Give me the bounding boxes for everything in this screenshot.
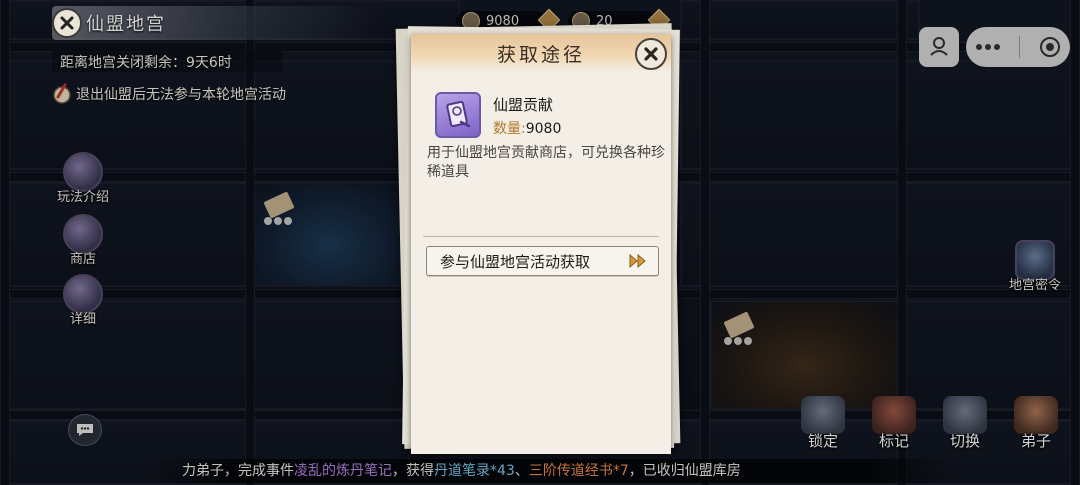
close-icon [60,16,74,30]
divider [423,236,659,237]
item-description: 用于仙盟地宫贡献商店，可兑换各种珍稀道具 [427,145,665,180]
dialog-title: 获取途径 [496,43,585,66]
item-quantity: 数量:9080 [493,121,562,137]
obtain-source-dialog: 获取途径 仙盟贡献 数量:9080 用于仙盟地宫贡献商店，可兑换各种珍稀道具 参… [411,34,671,454]
close-icon [644,47,658,61]
source-label: 参与仙盟地宫活动获取 [440,252,591,271]
item-name: 仙盟贡献 [493,96,554,114]
exit-button[interactable] [52,8,82,38]
dialog-close-button[interactable] [635,38,667,70]
contribution-token-icon [435,92,481,138]
fast-forward-icon [629,254,646,268]
obtain-source-button[interactable]: 参与仙盟地宫活动获取 [426,246,659,276]
